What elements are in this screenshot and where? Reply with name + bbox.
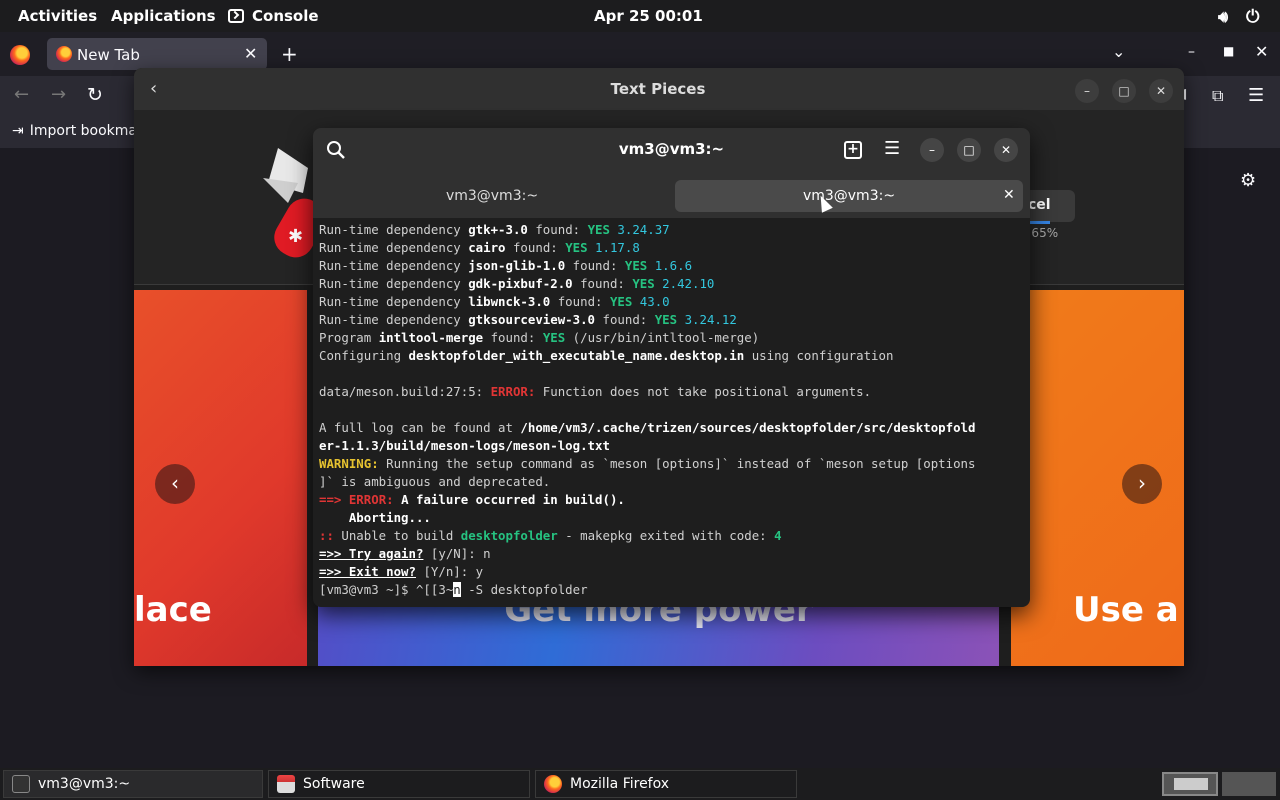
workspace-2[interactable]	[1222, 772, 1276, 796]
taskbar-item-label: vm3@vm3:~	[38, 776, 131, 792]
dependency-line: Run-time dependency gtk+-3.0 found: YES …	[319, 222, 670, 237]
power-icon[interactable]: ⏻	[1246, 7, 1259, 27]
top-bar: Activities Applications Console Apr 25 0…	[0, 0, 1280, 32]
exit-now-line: =>> Exit now? [Y/n]: y	[319, 564, 484, 579]
import-icon: ⇥	[12, 123, 24, 139]
console-label: Console	[252, 7, 319, 25]
workspace-window-thumb	[1174, 778, 1208, 790]
warning-line: WARNING: Running the setup command as `m…	[319, 456, 976, 471]
terminal-close-icon[interactable]: ✕	[994, 138, 1018, 162]
taskbar-item-software[interactable]: Software	[268, 770, 530, 798]
new-tab-icon[interactable]: +	[844, 141, 862, 159]
close-tab-icon[interactable]: ✕	[244, 44, 257, 63]
try-again-line: =>> Try again? [y/N]: n	[319, 546, 491, 561]
dependency-line: Run-time dependency json-glib-1.0 found:…	[319, 258, 693, 273]
workspace-1[interactable]	[1162, 772, 1218, 796]
log-line: A full log can be found at /home/vm3/.ca…	[319, 420, 976, 435]
console-app-menu[interactable]: Console	[228, 7, 319, 25]
dependency-line: Run-time dependency libwnck-3.0 found: Y…	[319, 294, 670, 309]
activities-button[interactable]: Activities	[18, 7, 97, 25]
log-line-cont: er-1.1.3/build/meson-logs/meson-log.txt	[319, 438, 610, 453]
terminal-icon	[12, 775, 30, 793]
taskbar-item-firefox[interactable]: Mozilla Firefox	[535, 770, 797, 798]
firefox-tab-title: New Tab	[77, 46, 140, 64]
taskbar-item-label: Mozilla Firefox	[570, 776, 670, 792]
terminal-minimize-icon[interactable]: –	[920, 138, 944, 162]
list-tabs-chevron-icon[interactable]: ⌄	[1112, 42, 1125, 61]
textpieces-close-icon[interactable]: ✕	[1149, 79, 1173, 103]
carousel-next-button[interactable]: ›	[1122, 464, 1162, 504]
dependency-line: Run-time dependency gtksourceview-3.0 fo…	[319, 312, 737, 327]
textpieces-maximize-icon[interactable]: □	[1112, 79, 1136, 103]
terminal-output[interactable]: Run-time dependency gtk+-3.0 found: YES …	[319, 221, 1025, 599]
unable-line: :: Unable to build desktopfolder - makep…	[319, 528, 782, 543]
terminal-tab-1[interactable]: vm3@vm3:~	[319, 180, 665, 212]
new-tab-icon[interactable]: +	[281, 42, 298, 66]
window-maximize-icon[interactable]: ■	[1223, 44, 1234, 58]
firefox-tab-favicon-icon	[56, 46, 72, 62]
window-close-icon[interactable]: ✕	[1255, 42, 1268, 61]
firefox-icon	[544, 775, 562, 793]
console-icon	[228, 9, 244, 23]
settings-gear-icon[interactable]: ⚙	[1240, 170, 1256, 191]
text-cursor: n	[453, 582, 461, 597]
clock[interactable]: Apr 25 00:01	[594, 7, 703, 25]
dependency-line: Run-time dependency gdk-pixbuf-2.0 found…	[319, 276, 715, 291]
hamburger-menu-icon[interactable]: ☰	[884, 138, 900, 159]
aborting-line: Aborting...	[319, 510, 431, 525]
close-tab-icon[interactable]: ✕	[1003, 187, 1015, 203]
program-line: Program intltool-merge found: YES (/usr/…	[319, 330, 760, 345]
terminal-maximize-icon[interactable]: □	[957, 138, 981, 162]
carousel-prev-button[interactable]: ‹	[155, 464, 195, 504]
config-line: Configuring desktopfolder_with_executabl…	[319, 348, 894, 363]
dependency-line: Run-time dependency cairo found: YES 1.1…	[319, 240, 640, 255]
volume-icon[interactable]: 🔊︎	[1218, 7, 1228, 27]
software-icon	[277, 775, 295, 793]
taskbar-item-label: Software	[303, 776, 365, 792]
import-bookmarks-label: Import bookma	[29, 123, 137, 139]
warning-line-cont: ]` is ambiguous and deprecated.	[319, 474, 551, 489]
import-bookmarks-button[interactable]: ⇥ Import bookma	[12, 123, 137, 139]
window-minimize-icon[interactable]: –	[1188, 44, 1195, 60]
dependency-lines: Run-time dependency gtk+-3.0 found: YES …	[319, 221, 1025, 329]
banner-right-text: Use a	[1073, 590, 1179, 630]
banner-left-text: lace	[134, 590, 212, 630]
svg-text:✱: ✱	[288, 226, 303, 247]
prompt-line[interactable]: [vm3@vm3 ~]$ ^[[3~n -S desktopfolder	[319, 581, 1025, 599]
error-line: data/meson.build:27:5: ERROR: Function d…	[319, 384, 872, 399]
failure-line: ==> ERROR: A failure occurred in build()…	[319, 492, 625, 507]
taskbar-item-terminal[interactable]: vm3@vm3:~	[3, 770, 263, 798]
textpieces-minimize-icon[interactable]: –	[1075, 79, 1099, 103]
terminal-tab-2[interactable]: vm3@vm3:~	[675, 180, 1023, 212]
firefox-icon[interactable]	[10, 45, 30, 65]
applications-menu[interactable]: Applications	[111, 7, 216, 25]
